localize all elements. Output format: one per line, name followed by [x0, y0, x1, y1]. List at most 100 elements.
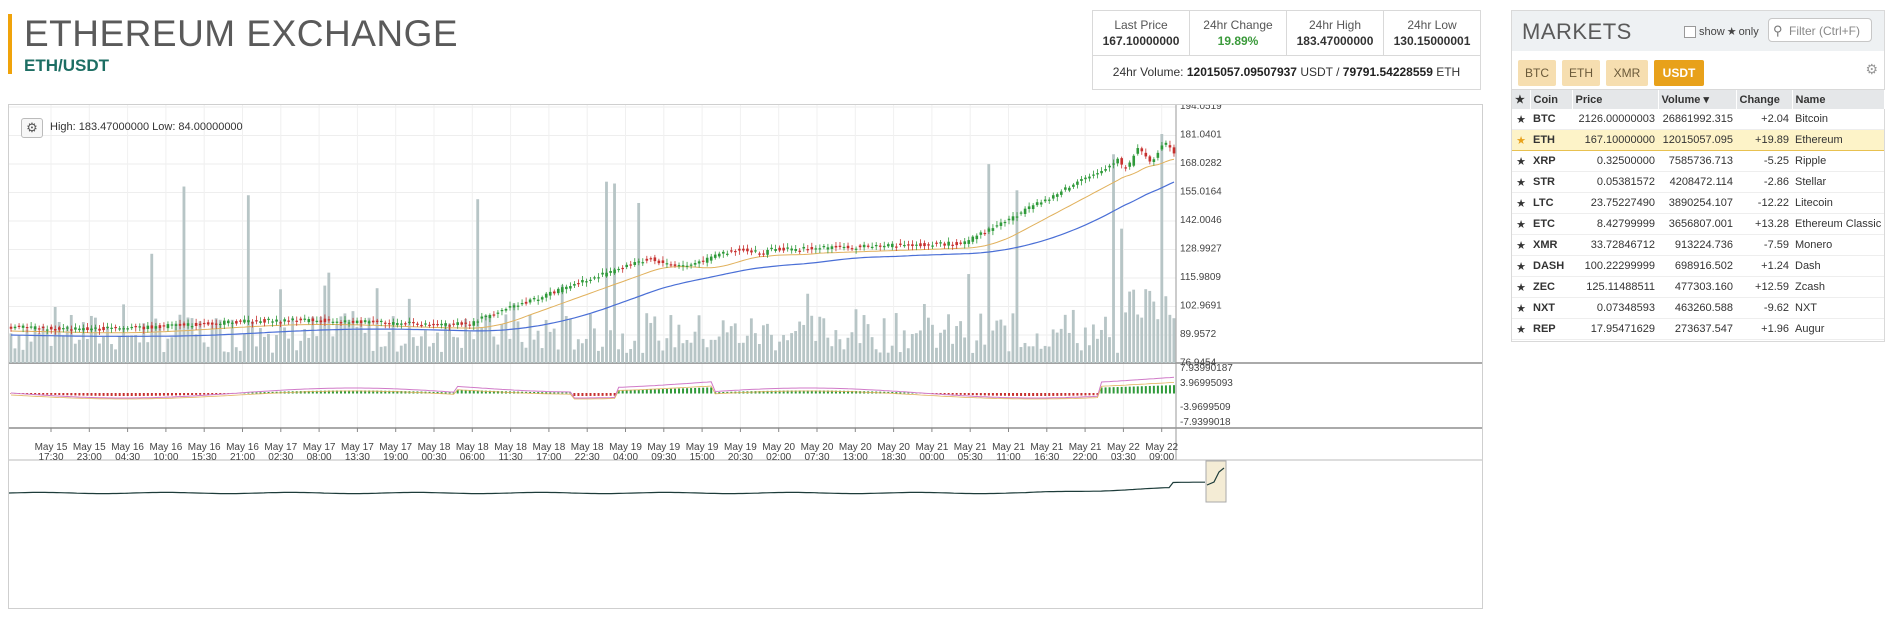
col-change[interactable]: Change — [1736, 90, 1793, 109]
candle-body — [516, 305, 520, 307]
table-row[interactable]: ★ XRP 0.32500000 7585736.713 -5.25 Ripple — [1512, 150, 1884, 172]
volume-bar — [641, 352, 645, 363]
favorite-star-icon[interactable]: ★ — [1512, 171, 1530, 193]
macd-histogram-bar — [158, 393, 161, 396]
volume-bar — [335, 324, 339, 363]
macd-histogram-bar — [70, 393, 73, 396]
macd-histogram-bar — [1140, 386, 1143, 394]
volume-bar — [1116, 352, 1119, 363]
tab-btc[interactable]: BTC — [1518, 60, 1556, 86]
volume-bar — [1047, 346, 1051, 363]
candle-body — [999, 222, 1003, 226]
show-only-checkbox[interactable] — [1684, 25, 1696, 38]
tab-usdt[interactable]: USDT — [1654, 60, 1704, 86]
volume-cell: 477303.160 — [1658, 276, 1736, 298]
volume-bar — [971, 352, 975, 363]
candle-body — [1124, 167, 1127, 169]
table-row[interactable]: ★ STR 0.05381572 4208472.114 -2.86 Stellar — [1512, 171, 1884, 193]
macd-histogram-bar — [991, 393, 994, 396]
price-chart[interactable]: 194.0519 181.0401 168.0282 155.0164 142.0046… — [8, 104, 1483, 609]
col-price[interactable]: Price — [1572, 90, 1659, 109]
candle-body — [532, 297, 536, 300]
macd-histogram-bar — [702, 387, 705, 394]
volume-bar — [560, 285, 564, 363]
gear-icon[interactable]: ⚙ — [1865, 61, 1878, 78]
stat-value: 167.10000000 — [1102, 34, 1180, 48]
favorite-star-icon[interactable]: ★ — [1512, 297, 1530, 319]
tab-xmr[interactable]: XMR — [1606, 60, 1648, 86]
table-row[interactable]: ★ REP 17.95471629 273637.547 +1.96 Augur — [1512, 318, 1884, 340]
favorite-star-icon[interactable]: ★ — [1512, 109, 1530, 130]
chart-settings-gear-icon[interactable]: ⚙ — [21, 118, 43, 138]
table-row[interactable]: ★ BTC 2126.00000003 26861992.315 +2.04 Bitcoi… — [1512, 109, 1884, 130]
favorite-star-icon[interactable]: ★ — [1512, 192, 1530, 214]
change-cell: -7.59 — [1736, 234, 1792, 256]
show-starred-only[interactable]: show ★ only — [1684, 25, 1759, 38]
volume-cell: 4208472.114 — [1658, 171, 1736, 193]
candle-body — [1068, 187, 1071, 191]
candle-body — [488, 314, 492, 319]
volume-bar — [580, 343, 584, 363]
candle-body — [903, 244, 906, 247]
favorite-star-icon[interactable]: ★ — [1512, 255, 1530, 277]
col-volume[interactable]: Volume ▾ — [1658, 90, 1737, 109]
col-name[interactable]: Name — [1792, 90, 1885, 109]
favorite-star-icon[interactable]: ★ — [1512, 150, 1530, 172]
table-row[interactable]: ★ ZEC 125.11488511 477303.160 +12.59 Zcash — [1512, 276, 1884, 298]
candle-body — [1027, 206, 1031, 210]
table-row[interactable]: ★ LTC 23.75227490 3890254.107 -12.22 Litecoin — [1512, 192, 1884, 214]
table-row[interactable]: ★ NXT 0.07348593 463260.588 -9.62 NXT — [1512, 297, 1884, 319]
candle-body — [343, 320, 347, 323]
macd-histogram-bar — [1040, 393, 1043, 396]
table-row[interactable]: ★ ETC 8.42799999 3656807.001 +13.28 Ethereum … — [1512, 213, 1884, 235]
favorite-star-icon[interactable]: ★ — [1512, 213, 1530, 235]
star-column-header[interactable]: ★ — [1512, 90, 1531, 109]
volume-bar — [488, 315, 492, 363]
volume-bar — [931, 324, 934, 363]
candle-body — [1011, 216, 1015, 221]
favorite-star-icon[interactable]: ★ — [1512, 276, 1530, 298]
candle-body — [556, 288, 560, 294]
table-row[interactable]: ★ DASH 100.22299999 698916.502 +1.24 Dash — [1512, 255, 1884, 277]
macd-histogram-bar — [645, 389, 648, 394]
macd-histogram-bar — [1148, 385, 1151, 394]
volume-bar — [649, 322, 653, 363]
volume-bar — [774, 350, 777, 363]
table-row[interactable]: ★ XMR 33.72846712 913224.736 -7.59 Monero — [1512, 234, 1884, 256]
volume-bar — [798, 321, 802, 363]
macd-histogram-bar — [557, 392, 560, 394]
candle-body — [573, 283, 576, 286]
favorite-star-icon[interactable]: ★ — [1512, 318, 1530, 340]
candle-body — [770, 247, 773, 250]
candle-body — [806, 249, 810, 251]
market-filter-input[interactable]: ⚲ Filter (Ctrl+F) — [1768, 18, 1872, 42]
price-cell: 0.32500000 — [1572, 150, 1658, 172]
candle-body — [548, 291, 552, 296]
candle-body — [464, 322, 468, 324]
macd-histogram-bar — [999, 393, 1002, 396]
favorite-star-icon[interactable]: ★ — [1512, 234, 1530, 256]
name-cell: Ripple — [1792, 150, 1884, 172]
macd-histogram-bar — [669, 388, 672, 394]
tab-eth[interactable]: ETH — [1562, 60, 1600, 86]
candle-body — [834, 245, 838, 248]
col-coin[interactable]: Coin — [1530, 90, 1573, 109]
volume-bar — [709, 339, 713, 363]
macd-histogram-bar — [581, 393, 584, 396]
markets-table: ★ Coin Price Volume ▾ Change Name ★ BTC 21… — [1512, 90, 1885, 340]
chart-canvas[interactable]: 194.0519 181.0401 168.0282 155.0164 142.0046… — [9, 105, 1482, 608]
name-cell: Bitcoin — [1792, 109, 1884, 130]
volume-bar — [33, 326, 37, 363]
candle-body — [379, 320, 383, 323]
candle-body — [951, 244, 954, 246]
macd-histogram-bar — [1136, 386, 1139, 394]
candle-body — [271, 321, 274, 323]
candle-body — [17, 325, 21, 327]
change-cell: +12.59 — [1736, 276, 1792, 298]
volume-bar — [601, 346, 604, 363]
favorite-star-icon[interactable]: ★ — [1512, 129, 1530, 151]
volume-bar — [544, 319, 548, 363]
macd-histogram-bar — [444, 392, 447, 394]
volume-cell: 3656807.001 — [1658, 213, 1736, 235]
table-row[interactable]: ★ ETH 167.10000000 12015057.095 +19.89 Ethere… — [1512, 129, 1884, 151]
